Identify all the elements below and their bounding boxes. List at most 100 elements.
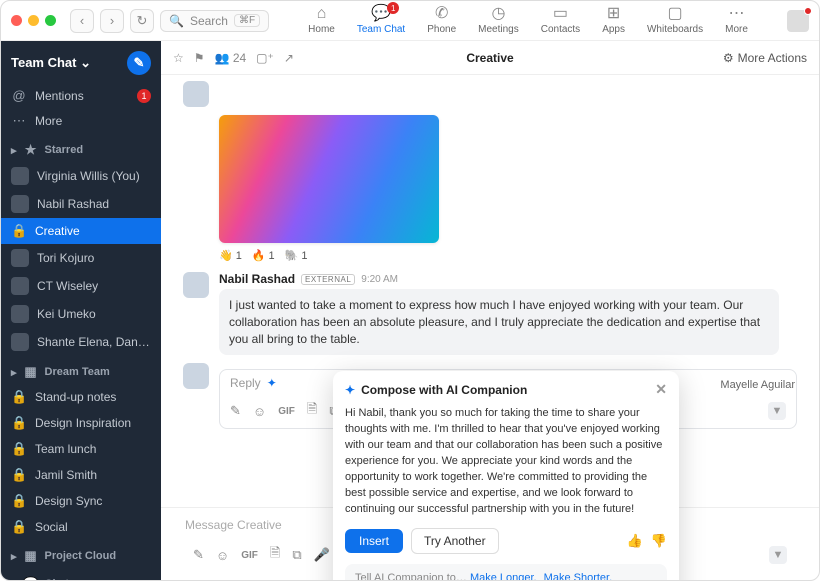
ai-popup-title: Compose with AI Companion [361, 383, 527, 397]
message-time: 9:20 AM [361, 274, 398, 285]
sidebar-item-design-sync[interactable]: 🔒Design Sync [1, 488, 161, 514]
section-chats[interactable]: ▸💬Chats [1, 568, 161, 580]
ai-spark-icon[interactable]: ✦ [267, 376, 277, 390]
profile-avatar[interactable] [787, 10, 809, 32]
emoji-icon[interactable]: ☺ [253, 404, 266, 419]
avatar [11, 333, 29, 351]
minimize-window-button[interactable] [28, 15, 39, 26]
history-button[interactable]: ↻ [130, 9, 154, 33]
filter-icon[interactable]: ▼ [768, 402, 786, 420]
more-icon: ⋯ [729, 6, 745, 22]
profile-status-dot [804, 7, 812, 15]
sidebar-item-team-lunch[interactable]: 🔒Team lunch [1, 436, 161, 462]
external-badge: EXTERNAL [301, 274, 355, 285]
phone-icon: ✆ [435, 6, 448, 22]
channel-title: Creative [466, 51, 513, 65]
contacts-icon: ▭ [553, 6, 568, 22]
clip-icon[interactable]: ⧉ [292, 547, 301, 563]
sidebar-item-kei-umeko[interactable]: Kei Umeko [1, 300, 161, 328]
sidebar: Team Chat ⌄ ✎ @Mentions1⋯More ▸★StarredV… [1, 41, 161, 580]
badge: 1 [137, 89, 151, 103]
avatar [183, 81, 209, 107]
file-icon[interactable]: 🗎 [307, 400, 317, 422]
sidebar-item-ct-wiseley[interactable]: CT Wiseley [1, 272, 161, 300]
main-panel: ☆ ⚑ 👥 24 ▢⁺ ↗ Creative ⚙ More Actions 👋1… [161, 41, 819, 580]
ai-prompt-hint[interactable]: Tell AI Companion to… [355, 572, 467, 580]
section-starred[interactable]: ▸★Starred [1, 134, 161, 162]
forward-button[interactable]: › [100, 9, 124, 33]
reaction[interactable]: 👋1 [219, 249, 242, 262]
format-icon[interactable]: ✎ [193, 547, 204, 563]
bookmark-icon[interactable]: ⚑ [194, 51, 205, 65]
insert-button[interactable]: Insert [345, 529, 403, 553]
message-author[interactable]: Nabil Rashad [219, 272, 295, 286]
sidebar-title[interactable]: Team Chat ⌄ [11, 55, 91, 71]
nav-apps[interactable]: ⊞Apps [602, 6, 625, 35]
maximize-window-button[interactable] [45, 15, 56, 26]
video-icon[interactable]: ▢⁺ [256, 51, 274, 65]
close-window-button[interactable] [11, 15, 22, 26]
nav-contacts[interactable]: ▭Contacts [541, 6, 580, 35]
compose-button[interactable]: ✎ [127, 51, 151, 75]
search-input[interactable]: 🔍 Search ⌘F [160, 10, 269, 32]
window-controls [11, 15, 56, 26]
gif-icon[interactable]: GIF [241, 550, 258, 561]
top-nav: ⌂Home 💬Team Chat1 ✆Phone ◷Meetings ▭Contacts… [275, 6, 781, 35]
sidebar-item-virginia-willis-you-[interactable]: Virginia Willis (You) [1, 162, 161, 190]
sidebar-mentions[interactable]: @Mentions1 [1, 83, 161, 108]
filter-icon[interactable]: ▼ [769, 546, 787, 564]
sidebar-item-social[interactable]: 🔒Social [1, 514, 161, 540]
suggestion-make-shorter[interactable]: Make Shorter, [544, 572, 612, 580]
emoji-icon[interactable]: ☺ [216, 548, 229, 563]
close-icon[interactable]: ✕ [655, 381, 667, 398]
format-icon[interactable]: ✎ [230, 403, 241, 419]
nav-more[interactable]: ⋯More [725, 6, 748, 35]
nav-whiteboards[interactable]: ▢Whiteboards [647, 6, 703, 35]
image-attachment[interactable] [219, 115, 439, 243]
sidebar-item-shante-elena-daniel-bow-[interactable]: Shante Elena, Daniel Bow… [1, 328, 161, 356]
reaction[interactable]: 🐘1 [285, 249, 308, 262]
lock-icon: 🔒 [11, 519, 27, 535]
reactions: 👋1 🔥1 🐘1 [219, 249, 797, 262]
lock-icon: 🔒 [11, 493, 27, 509]
sidebar-item-nabil-rashad[interactable]: Nabil Rashad [1, 190, 161, 218]
ai-spark-icon: ✦ [345, 383, 355, 397]
nav-meetings[interactable]: ◷Meetings [478, 6, 519, 35]
reaction[interactable]: 🔥1 [252, 249, 275, 262]
section-dream-team[interactable]: ▸▦Dream Team [1, 356, 161, 384]
ai-generated-text: Hi Nabil, thank you so much for taking t… [345, 406, 667, 518]
ai-companion-popup: ✦ Compose with AI Companion ✕ Hi Nabil, … [333, 371, 679, 580]
badge: 1 [387, 2, 399, 14]
back-button[interactable]: ‹ [70, 9, 94, 33]
sidebar-item-creative[interactable]: 🔒Creative [1, 218, 161, 244]
lock-icon: 🔒 [11, 467, 27, 483]
home-icon: ⌂ [317, 6, 327, 22]
thumbs-up-icon[interactable]: 👍 [627, 533, 643, 549]
more-actions-button[interactable]: ⚙ More Actions [723, 51, 807, 65]
nav-team-chat[interactable]: 💬Team Chat1 [357, 6, 405, 35]
suggestion-make-longer[interactable]: Make Longer, [470, 572, 537, 580]
avatar [11, 249, 29, 267]
thread-participant[interactable]: Mayelle Aguilar [720, 379, 795, 391]
sidebar-more[interactable]: ⋯More [1, 108, 161, 134]
members-icon[interactable]: 👥 24 [215, 51, 247, 65]
sidebar-item-stand-up-notes[interactable]: 🔒Stand-up notes [1, 384, 161, 410]
gif-icon[interactable]: GIF [278, 406, 295, 417]
mic-icon[interactable]: 🎤 [314, 547, 330, 563]
file-icon[interactable]: 🗎 [270, 544, 280, 566]
thumbs-down-icon[interactable]: 👎 [651, 533, 667, 549]
apps-icon: ⊞ [607, 6, 620, 22]
nav-home[interactable]: ⌂Home [308, 6, 335, 35]
avatar [11, 195, 29, 213]
search-icon: 🔍 [169, 14, 184, 28]
sidebar-item-tori-kojuro[interactable]: Tori Kojuro [1, 244, 161, 272]
section-project-cloud[interactable]: ▸▦Project Cloud [1, 540, 161, 568]
try-another-button[interactable]: Try Another [411, 528, 499, 554]
reply-input[interactable]: Reply [230, 376, 261, 390]
nav-phone[interactable]: ✆Phone [427, 6, 456, 35]
sidebar-item-jamil-smith[interactable]: 🔒Jamil Smith [1, 462, 161, 488]
sidebar-item-design-inspiration[interactable]: 🔒Design Inspiration [1, 410, 161, 436]
message: Nabil Rashad EXTERNAL 9:20 AM I just wan… [183, 272, 797, 355]
launch-icon[interactable]: ↗ [284, 51, 294, 65]
star-icon[interactable]: ☆ [173, 51, 184, 65]
